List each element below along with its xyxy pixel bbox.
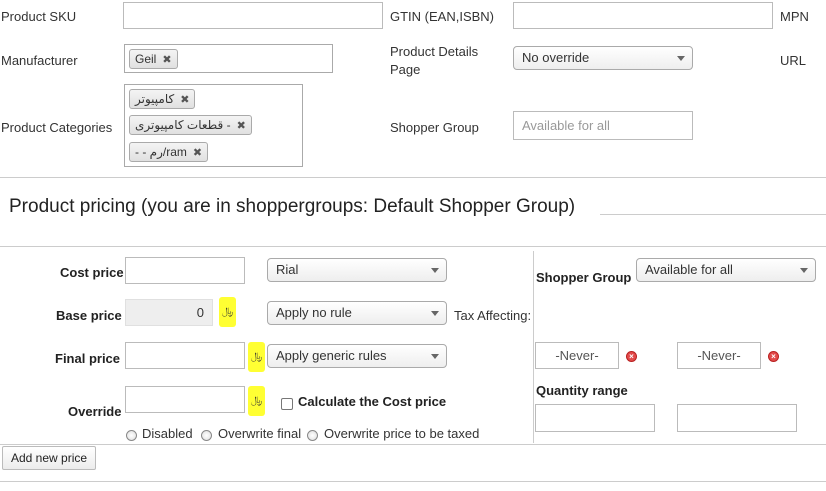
base-price-input: [125, 299, 213, 326]
url-label: URL: [780, 53, 807, 68]
details-page-select[interactable]: No override: [513, 46, 693, 70]
override-input[interactable]: [125, 386, 245, 413]
radio-disabled-label: Disabled: [142, 426, 193, 441]
currency-value: Rial: [276, 262, 299, 277]
manufacturer-select[interactable]: Geil ✖: [124, 44, 333, 73]
tax-rule-select[interactable]: Apply no rule: [267, 301, 447, 325]
tax-rule-value: Apply no rule: [276, 305, 352, 320]
discount-rule-value: Apply generic rules: [276, 348, 387, 363]
radio-overwrite-final-label: Overwrite final: [218, 426, 302, 441]
chevron-down-icon: [431, 354, 439, 359]
product-categories-label: Product Categories: [1, 120, 113, 135]
final-price-input[interactable]: [125, 342, 245, 369]
radio-overwrite-final[interactable]: [201, 430, 212, 441]
product-sku-label: Product SKU: [1, 9, 77, 24]
date-from-input[interactable]: [535, 342, 619, 369]
category-chip-label: کامپیوتر: [135, 92, 175, 106]
mpn-label: MPN: [780, 9, 809, 24]
date-to-input[interactable]: [677, 342, 761, 369]
quantity-start-input[interactable]: [535, 404, 655, 432]
discount-rule-select[interactable]: Apply generic rules: [267, 344, 447, 368]
calc-cost-checkbox[interactable]: [281, 398, 293, 410]
manufacturer-label: Manufacturer: [1, 53, 78, 68]
currency-symbol: ﷼: [248, 386, 265, 416]
title-rule: [600, 214, 826, 215]
product-sku-input[interactable]: [123, 2, 383, 29]
category-chip-label: - - رم/ram: [135, 145, 187, 159]
category-chip: - - رم/ram ✖: [129, 142, 209, 162]
gtin-label: GTIN (EAN,ISBN): [390, 9, 495, 24]
add-new-price-button[interactable]: Add new price: [2, 446, 97, 470]
price-shopper-group-value: Available for all: [645, 262, 733, 277]
price-shopper-group-label: Shopper Group: [536, 270, 632, 285]
pricing-section-title: Product pricing (you are in shoppergroup…: [9, 196, 576, 217]
section-divider: [0, 177, 826, 178]
currency-symbol: ﷼: [219, 297, 236, 327]
currency-select[interactable]: Rial: [267, 258, 447, 282]
override-label: Override: [68, 404, 122, 419]
chevron-down-icon: [431, 268, 439, 273]
radio-disabled[interactable]: [126, 430, 137, 441]
section-divider: [0, 246, 826, 247]
category-chip: کامپیوتر ✖: [129, 89, 196, 109]
remove-chip-icon[interactable]: ✖: [237, 119, 246, 132]
cost-price-label: Cost price: [60, 265, 124, 280]
shopper-group-label: Shopper Group: [390, 120, 479, 135]
details-page-label-line1: Product Details: [390, 44, 479, 59]
section-divider: [0, 481, 826, 482]
details-page-value: No override: [522, 50, 590, 65]
calc-cost-label: Calculate the Cost price: [298, 394, 447, 409]
tax-affecting-label: Tax Affecting:: [454, 308, 532, 323]
final-price-label: Final price: [55, 351, 121, 366]
remove-chip-icon[interactable]: ✖: [180, 93, 189, 106]
remove-chip-icon[interactable]: ✖: [193, 146, 202, 159]
quantity-end-input[interactable]: [677, 404, 797, 432]
radio-overwrite-taxed[interactable]: [307, 430, 318, 441]
currency-symbol: ﷼: [248, 342, 265, 372]
base-price-label: Base price: [56, 308, 122, 323]
category-chip: قطعات کامپیوتری - ✖: [129, 115, 252, 135]
column-divider: [533, 251, 534, 443]
chevron-down-icon: [677, 56, 685, 61]
shopper-group-input[interactable]: [513, 111, 693, 140]
gtin-input[interactable]: [513, 2, 773, 29]
section-divider: [0, 444, 826, 445]
manufacturer-chip: Geil ✖: [129, 49, 178, 69]
details-page-label-line2: Page: [390, 62, 421, 77]
radio-overwrite-taxed-label: Overwrite price to be taxed: [324, 426, 480, 441]
manufacturer-chip-label: Geil: [135, 52, 157, 66]
remove-chip-icon[interactable]: ✖: [162, 53, 171, 66]
price-shopper-group-select[interactable]: Available for all: [636, 258, 816, 282]
product-categories-select[interactable]: کامپیوتر ✖ قطعات کامپیوتری - ✖ - - رم/ram ✖: [124, 84, 303, 167]
chevron-down-icon: [800, 268, 808, 273]
clear-date-to-icon[interactable]: ×: [768, 351, 779, 362]
chevron-down-icon: [431, 311, 439, 316]
cost-price-input[interactable]: [125, 257, 245, 284]
clear-date-from-icon[interactable]: ×: [626, 351, 637, 362]
category-chip-label: قطعات کامپیوتری -: [135, 118, 231, 132]
quantity-range-label: Quantity range: [536, 383, 628, 398]
